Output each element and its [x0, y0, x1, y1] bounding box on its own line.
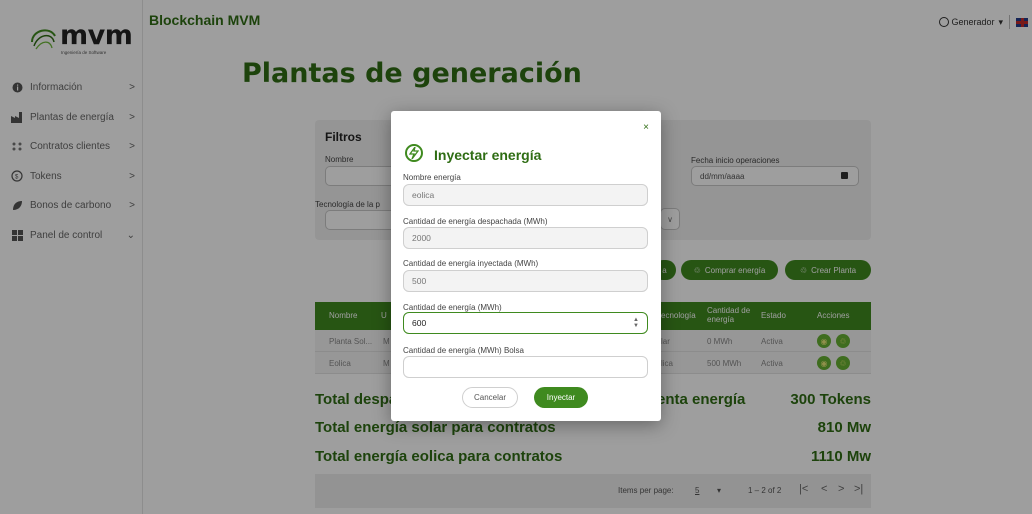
energia-inyectada-value: 500: [412, 276, 427, 286]
dialog-title: Inyectar energía: [434, 147, 542, 163]
cantidad-energia-bolsa-input[interactable]: [403, 356, 648, 378]
energia-despachada-input[interactable]: 2000: [403, 227, 648, 249]
cantidad-energia-label: Cantidad de energía (MWh): [403, 303, 502, 312]
cantidad-energia-input[interactable]: 600 ▲ ▼: [403, 312, 648, 334]
lightning-icon: [405, 144, 423, 162]
cantidad-energia-bolsa-label: Cantidad de energía (MWh) Bolsa: [403, 346, 524, 355]
energia-inyectada-label: Cantidad de energía inyectada (MWh): [403, 259, 539, 268]
nombre-energia-label: Nombre energía: [403, 173, 461, 182]
nombre-energia-value: eolica: [412, 190, 435, 200]
number-stepper-icon[interactable]: ▲ ▼: [633, 317, 639, 329]
inyectar-button-label: Inyectar: [546, 393, 576, 402]
cancel-button-label: Cancelar: [473, 393, 506, 402]
cantidad-energia-value: 600: [412, 318, 427, 328]
energia-despachada-value: 2000: [412, 233, 431, 243]
nombre-energia-input[interactable]: eolica: [403, 184, 648, 206]
inyectar-energia-dialog: × Inyectar energía Nombre energía eolica…: [391, 111, 661, 421]
inyectar-button[interactable]: Inyectar: [534, 387, 588, 408]
cancel-button[interactable]: Cancelar: [462, 387, 518, 408]
energia-inyectada-input[interactable]: 500: [403, 270, 648, 292]
energia-despachada-label: Cantidad de energía despachada (MWh): [403, 217, 548, 226]
close-icon[interactable]: ×: [643, 122, 649, 133]
